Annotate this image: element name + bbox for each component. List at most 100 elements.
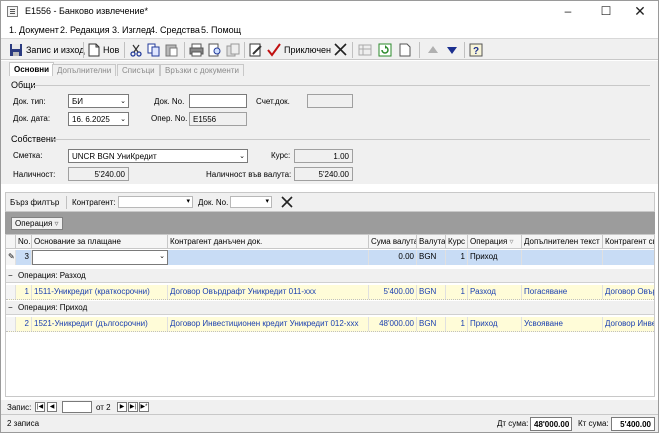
cell-extra[interactable] <box>522 250 603 265</box>
cell-basis[interactable]: 1511-Уникредит (краткосрочни) <box>32 285 168 299</box>
cell-operation[interactable]: Разход <box>468 285 522 299</box>
save-close-button[interactable]: Запис и изход <box>9 41 84 58</box>
tab-document-links[interactable]: Връзки с документи <box>160 64 244 76</box>
cell-partner-doc[interactable] <box>168 250 369 265</box>
toolbar-separator <box>83 42 84 58</box>
first-record-button[interactable]: |◀ <box>35 402 45 412</box>
cell-currency[interactable]: BGN <box>417 250 446 265</box>
cell-partner-doc[interactable]: Договор Инвестиционен кредит Уникредит 0… <box>168 317 369 331</box>
edit-button[interactable] <box>249 41 263 58</box>
move-down-button[interactable] <box>446 41 458 58</box>
cell-partner[interactable]: Договор Инве <box>603 317 654 331</box>
cell-amount[interactable]: 0.00 <box>369 250 417 265</box>
cell-currency[interactable]: BGN <box>417 317 446 331</box>
cell-currency[interactable]: BGN <box>417 285 446 299</box>
menu-help[interactable]: 5. Помощ <box>201 25 241 35</box>
table-button[interactable] <box>358 41 372 58</box>
cell-rate[interactable]: 1 <box>446 317 468 331</box>
main-window: E1556 - Банково извлечение* – ☐ ✕ 1. Док… <box>0 0 659 433</box>
help-button[interactable]: ? <box>469 41 483 58</box>
blank-document-button[interactable] <box>399 41 411 58</box>
group-divider <box>53 139 650 140</box>
basis-select[interactable]: ⌄ <box>32 250 168 265</box>
clear-filter-button[interactable] <box>280 195 294 211</box>
post-button[interactable]: Приключен <box>267 41 331 58</box>
cell-amount[interactable]: 48'000.00 <box>369 317 417 331</box>
grid-header-basis[interactable]: Основание за плащане <box>32 235 168 249</box>
docno-filter-select[interactable]: ▾ <box>230 196 272 208</box>
toolbar-separator <box>124 42 125 58</box>
grid-header-currency[interactable]: Валута <box>417 235 446 249</box>
chevron-down-icon: ⌄ <box>159 253 165 260</box>
table-row[interactable]: 2 1521-Уникредит (дългосрочни) Договор И… <box>6 317 654 332</box>
cell-rate[interactable]: 1 <box>446 285 468 299</box>
cancel-button[interactable] <box>334 41 347 58</box>
cell-partner-doc[interactable]: Договор Овърдрафт Уникредит 011-xxx <box>168 285 369 299</box>
availability-field: 5'240.00 <box>68 167 129 181</box>
paste-button[interactable] <box>165 41 179 58</box>
export-button[interactable] <box>226 41 240 58</box>
doc-date-picker[interactable]: 16. 6.2025 ⌄ <box>68 112 129 126</box>
menu-tools[interactable]: 4. Средства <box>150 25 200 35</box>
oper-no-label: Опер. No. <box>151 114 188 123</box>
refresh-button[interactable] <box>378 41 392 58</box>
toolbar-separator <box>244 42 245 58</box>
grid-header-partner[interactable]: Контрагент св <box>603 235 654 249</box>
table-icon <box>358 44 372 55</box>
grid-header-operation[interactable]: Операция ▿ <box>468 235 522 249</box>
chevron-down-icon: ⌄ <box>120 98 126 105</box>
grid-edit-row[interactable]: ✎ 3 ⌄ 0.00 BGN 1 Приход <box>6 250 654 265</box>
tab-main[interactable]: Основни <box>9 62 55 76</box>
next-record-button[interactable]: ▶ <box>117 402 127 412</box>
cell-amount[interactable]: 5'400.00 <box>369 285 417 299</box>
copy-button[interactable] <box>147 41 161 58</box>
last-record-button[interactable]: ▶| <box>128 402 138 412</box>
cell-partner[interactable] <box>603 250 654 265</box>
minimize-button[interactable]: – <box>549 1 587 21</box>
table-row[interactable]: 1 1511-Уникредит (краткосрочни) Договор … <box>6 285 654 300</box>
group-header-expense[interactable]: − Операция: Разход <box>6 269 654 283</box>
record-number-input[interactable] <box>62 401 92 413</box>
doc-no-input[interactable] <box>189 94 247 108</box>
menu-view[interactable]: 3. Изглед <box>112 25 151 35</box>
grid-header-amount[interactable]: Сума валута <box>369 235 417 249</box>
grid-header-partner-doc[interactable]: Контрагент данъчен док. <box>168 235 369 249</box>
tab-strip: Основни Допълнителни Списъци Връзки с до… <box>1 61 658 76</box>
grid-header-rate[interactable]: Курс <box>446 235 468 249</box>
cell-extra[interactable]: Погасяване <box>522 285 603 299</box>
record-count: 2 записа <box>7 419 40 428</box>
tab-lists[interactable]: Списъци <box>117 64 160 76</box>
cell-partner[interactable]: Договор Овър <box>603 285 654 299</box>
move-up-button[interactable] <box>427 41 439 58</box>
account-label: Сметка: <box>13 151 43 160</box>
maximize-button[interactable]: ☐ <box>587 1 625 21</box>
tab-additional[interactable]: Допълнителни <box>52 64 117 76</box>
cut-button[interactable] <box>129 41 143 58</box>
new-button[interactable]: Нов <box>88 41 119 58</box>
close-button[interactable]: ✕ <box>621 1 658 21</box>
menu-document[interactable]: 1. Документ <box>9 25 59 35</box>
cell-extra[interactable]: Усвояване <box>522 317 603 331</box>
group-chip-operation[interactable]: Операция ▿ <box>11 217 63 230</box>
new-record-button[interactable]: ▶* <box>139 402 149 412</box>
account-value: UNCR BGN УниКредит <box>72 152 157 161</box>
grid-header-no[interactable]: No. <box>16 235 32 249</box>
cell-operation[interactable]: Приход <box>468 317 522 331</box>
group-header-income[interactable]: − Операция: Приход <box>6 301 654 315</box>
cell-operation[interactable]: Приход <box>468 250 522 265</box>
account-select[interactable]: UNCR BGN УниКредит ⌄ <box>68 149 248 163</box>
partner-filter-select[interactable]: ▾ <box>118 196 193 208</box>
printer-icon <box>189 43 204 56</box>
row-indicator <box>6 285 16 299</box>
cell-rate[interactable]: 1 <box>446 250 468 265</box>
cell-basis[interactable]: 1521-Уникредит (дългосрочни) <box>32 317 168 331</box>
collapse-icon[interactable]: − <box>8 271 13 280</box>
grid-header-extra[interactable]: Допълнителен текст <box>522 235 603 249</box>
preview-button[interactable] <box>208 41 222 58</box>
doc-type-select[interactable]: БИ ⌄ <box>68 94 129 108</box>
prev-record-button[interactable]: ◀ <box>47 402 57 412</box>
print-button[interactable] <box>189 41 204 58</box>
menu-edit[interactable]: 2. Редакция <box>60 25 110 35</box>
collapse-icon[interactable]: − <box>8 303 13 312</box>
operation-header-label: Операция <box>470 237 508 246</box>
